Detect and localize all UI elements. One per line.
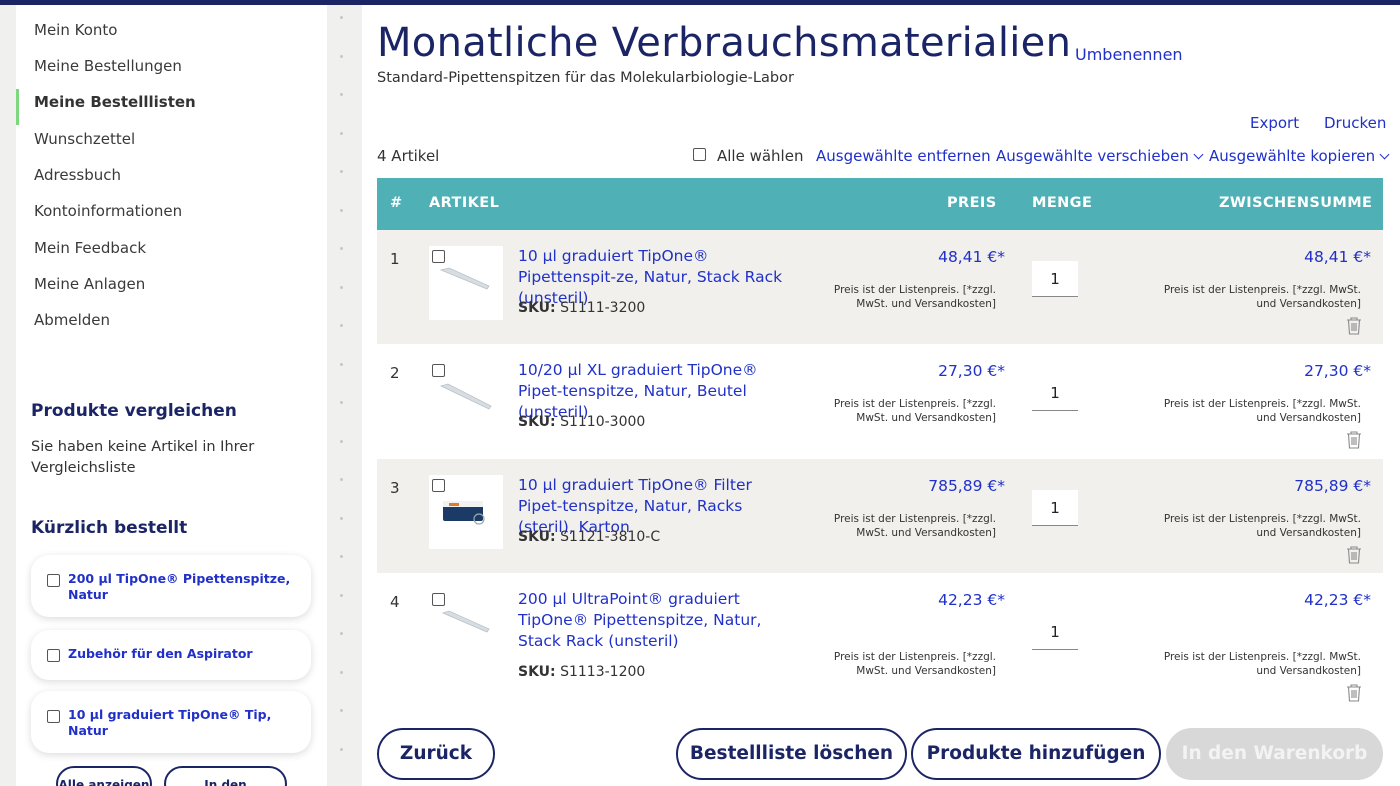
nav-mein-konto[interactable]: Mein Konto (34, 20, 117, 40)
nav-abmelden[interactable]: Abmelden (34, 310, 110, 330)
subtotal-note: Preis ist der Listenpreis. [*zzgl. MwSt.… (1163, 651, 1361, 677)
copy-selected-label: Ausgewählte kopieren (1209, 147, 1376, 165)
nav-wunschzettel[interactable]: Wunschzettel (34, 129, 135, 149)
delete-list-button[interactable]: Bestellliste löschen (676, 728, 907, 780)
row-number: 2 (390, 364, 400, 382)
print-link[interactable]: Drucken (1324, 114, 1386, 132)
recent-item-link[interactable]: Zubehör für den Aspirator (68, 646, 293, 662)
back-button[interactable]: Zurück (377, 728, 495, 780)
nav-kontoinformationen[interactable]: Kontoinformationen (34, 201, 182, 221)
chevron-down-icon (1379, 149, 1390, 160)
row-checkbox[interactable] (432, 479, 445, 492)
trash-icon[interactable] (1345, 683, 1363, 703)
row-number: 1 (390, 250, 400, 268)
row-subtotal: 42,23 €* (1304, 591, 1371, 609)
item-count: 4 Artikel (377, 147, 440, 165)
add-products-button[interactable]: Produkte hinzufügen (911, 728, 1161, 780)
chevron-down-icon (1193, 149, 1204, 160)
move-selected-dropdown[interactable]: Ausgewählte verschieben (996, 147, 1204, 165)
subtotal-note: Preis ist der Listenpreis. [*zzgl. MwSt.… (1163, 398, 1361, 424)
column-header-subtotal: ZWISCHENSUMME (1219, 195, 1373, 211)
column-header-num: # (390, 195, 403, 211)
product-sku: SKU: S1113-1200 (518, 664, 646, 680)
nav-adressbuch[interactable]: Adressbuch (34, 165, 121, 185)
row-number: 4 (390, 593, 400, 611)
row-subtotal: 785,89 €* (1294, 477, 1371, 495)
select-all-label[interactable]: Alle wählen (717, 147, 803, 165)
column-header-price: PREIS (947, 195, 997, 211)
price-note: Preis ist der Listenpreis. [*zzgl. MwSt.… (833, 398, 996, 424)
select-all-checkbox[interactable] (693, 148, 706, 161)
row-checkbox[interactable] (432, 593, 445, 606)
recent-item-link[interactable]: 200 µl TipOne® Pipettenspitze, Natur (68, 571, 293, 603)
recent-item-checkbox[interactable] (47, 649, 60, 662)
product-sku: SKU: S1111-3200 (518, 300, 646, 316)
row-number: 3 (390, 479, 400, 497)
recent-item-card: 200 µl TipOne® Pipettenspitze, Natur (31, 555, 311, 617)
show-all-button[interactable]: Alle anzeigen (56, 766, 152, 786)
product-sku: SKU: S1110-3000 (518, 414, 646, 430)
price-note: Preis ist der Listenpreis. [*zzgl. MwSt.… (833, 513, 996, 539)
quantity-input[interactable]: 1 (1032, 614, 1078, 650)
nav-meine-anlagen[interactable]: Meine Anlagen (34, 274, 145, 294)
rename-link[interactable]: Umbenennen (1075, 45, 1183, 64)
price-note: Preis ist der Listenpreis. [*zzgl. MwSt.… (833, 284, 996, 310)
table-row: 2 10/20 µl XL graduiert TipOne® Pipet-te… (377, 344, 1383, 458)
row-subtotal: 27,30 €* (1304, 362, 1371, 380)
unit-price: 27,30 €* (938, 362, 1005, 380)
column-divider (340, 10, 344, 786)
nav-meine-bestellungen[interactable]: Meine Bestellungen (34, 56, 182, 76)
column-header-item: ARTIKEL (429, 195, 500, 211)
trash-icon[interactable] (1345, 430, 1363, 450)
recent-item-link[interactable]: 10 µl graduiert TipOne® Tip, Natur (68, 707, 293, 739)
product-sku: SKU: S1121-3810-C (518, 529, 661, 545)
unit-price: 48,41 €* (938, 248, 1005, 266)
quantity-input[interactable]: 1 (1032, 375, 1078, 411)
compare-empty-text: Sie haben keine Artikel in Ihrer Verglei… (31, 439, 255, 476)
recent-item-checkbox[interactable] (47, 710, 60, 723)
subtotal-note: Preis ist der Listenpreis. [*zzgl. MwSt.… (1163, 284, 1361, 310)
table-row: 3 10 µl graduiert TipOne® Filter Pipet-t… (377, 459, 1383, 573)
compare-heading: Produkte vergleichen (31, 401, 237, 421)
column-header-qty: MENGE (1032, 195, 1093, 211)
recent-item-card: 10 µl graduiert TipOne® Tip, Natur (31, 691, 311, 753)
price-note: Preis ist der Listenpreis. [*zzgl. MwSt.… (833, 651, 996, 677)
account-sidebar: Mein Konto Meine Bestellungen Meine Best… (16, 5, 327, 786)
row-checkbox[interactable] (432, 364, 445, 377)
copy-selected-dropdown[interactable]: Ausgewählte kopieren (1209, 147, 1390, 165)
table-row: 1 10 µl graduiert TipOne® Pipettenspit-z… (377, 230, 1383, 344)
product-name-link[interactable]: 200 µl UltraPoint® graduiert TipOne® Pip… (518, 589, 793, 652)
quantity-input[interactable]: 1 (1032, 261, 1078, 297)
table-header: # ARTIKEL PREIS MENGE ZWISCHENSUMME (377, 178, 1383, 230)
export-link[interactable]: Export (1250, 114, 1299, 132)
row-subtotal: 48,41 €* (1304, 248, 1371, 266)
nav-mein-feedback[interactable]: Mein Feedback (34, 238, 146, 258)
quantity-input[interactable]: 1 (1032, 490, 1078, 526)
remove-selected-link[interactable]: Ausgewählte entfernen (816, 147, 991, 165)
trash-icon[interactable] (1345, 545, 1363, 565)
table-row: 4 200 µl UltraPoint® graduiert TipOne® P… (377, 573, 1383, 708)
subtotal-note: Preis ist der Listenpreis. [*zzgl. MwSt.… (1163, 513, 1361, 539)
sidebar-add-to-cart-button[interactable]: In den Warenkorb (164, 766, 287, 786)
active-nav-marker (16, 89, 19, 125)
recent-item-checkbox[interactable] (47, 574, 60, 587)
main-content: Monatliche Verbrauchsmaterialien Umbenen… (362, 5, 1400, 786)
add-to-cart-button[interactable]: In den Warenkorb (1166, 728, 1383, 780)
recent-item-card: Zubehör für den Aspirator (31, 630, 311, 680)
page-title: Monatliche Verbrauchsmaterialien (377, 20, 1072, 66)
unit-price: 42,23 €* (938, 591, 1005, 609)
trash-icon[interactable] (1345, 316, 1363, 336)
list-description: Standard-Pipettenspitzen für das Molekul… (377, 70, 794, 86)
row-checkbox[interactable] (432, 250, 445, 263)
recent-heading: Kürzlich bestellt (31, 518, 188, 538)
unit-price: 785,89 €* (928, 477, 1005, 495)
nav-meine-bestelllisten[interactable]: Meine Bestelllisten (34, 92, 196, 112)
move-selected-label: Ausgewählte verschieben (996, 147, 1189, 165)
